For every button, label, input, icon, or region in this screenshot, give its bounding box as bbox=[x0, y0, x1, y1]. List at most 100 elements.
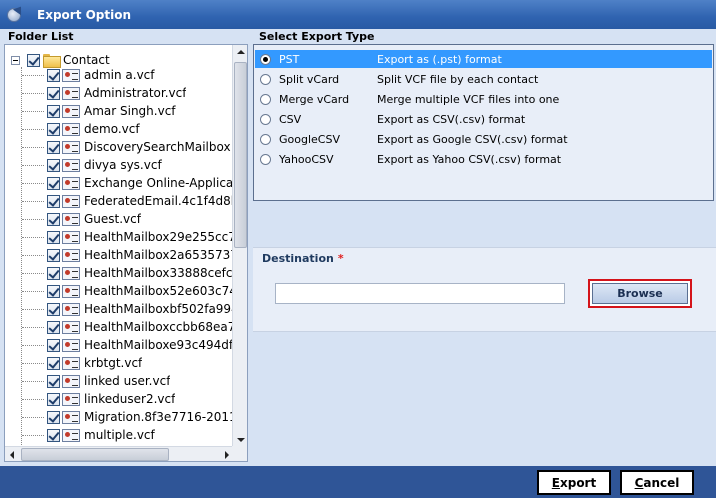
item-checkbox[interactable] bbox=[47, 356, 60, 370]
item-checkbox[interactable] bbox=[47, 248, 60, 262]
root-checkbox[interactable] bbox=[27, 53, 40, 67]
tree-item[interactable]: Migration.8f3e7716-2011-43c bbox=[5, 408, 235, 426]
tree-item[interactable]: HealthMailbox52e603c748d0 bbox=[5, 282, 235, 300]
radio-button[interactable] bbox=[260, 73, 271, 85]
export-option-name: Merge vCard bbox=[279, 92, 350, 106]
tree-item-label: divya sys.vcf bbox=[84, 158, 162, 172]
radio-button[interactable] bbox=[260, 113, 271, 125]
tree-item[interactable]: krbtgt.vcf bbox=[5, 354, 235, 372]
tree-item[interactable]: DiscoverySearchMailbox {D9 bbox=[5, 138, 235, 156]
export-option-description: Export as CSV(.csv) format bbox=[377, 112, 526, 126]
tree-item[interactable]: admin a.vcf bbox=[5, 66, 235, 84]
export-option-googlecsv[interactable]: GoogleCSV Export as Google CSV(.csv) form… bbox=[255, 130, 712, 148]
tree-item[interactable]: Administrator.vcf bbox=[5, 84, 235, 102]
radio-button[interactable] bbox=[260, 53, 271, 65]
export-button[interactable]: Export bbox=[537, 470, 611, 495]
bottom-action-bar: Export Cancel bbox=[0, 466, 716, 498]
item-checkbox[interactable] bbox=[47, 374, 60, 388]
vertical-scroll-thumb[interactable] bbox=[234, 62, 247, 248]
vcard-icon bbox=[62, 140, 80, 154]
scroll-down-arrow-icon[interactable] bbox=[233, 432, 247, 447]
item-checkbox[interactable] bbox=[47, 320, 60, 334]
item-checkbox[interactable] bbox=[47, 392, 60, 406]
tree-item-label: multiple.vcf bbox=[84, 428, 155, 442]
tree-item-label: HealthMailboxe93c494df4874 bbox=[84, 338, 235, 352]
tree-item-label: Guest.vcf bbox=[84, 212, 141, 226]
item-checkbox[interactable] bbox=[47, 410, 60, 424]
item-checkbox[interactable] bbox=[47, 68, 60, 82]
tree-item-label: HealthMailboxbf502fa9940e4 bbox=[84, 302, 235, 316]
export-option-csv[interactable]: CSV Export as CSV(.csv) format bbox=[255, 110, 712, 128]
scroll-up-arrow-icon[interactable] bbox=[233, 45, 247, 60]
tree-root-label: Contact bbox=[63, 53, 110, 67]
tree-item-label: Administrator.vcf bbox=[84, 86, 187, 100]
vertical-scrollbar[interactable] bbox=[232, 45, 247, 447]
tree-item[interactable]: Guest.vcf bbox=[5, 210, 235, 228]
vcard-icon bbox=[62, 374, 80, 388]
export-option-description: Export as Google CSV(.csv) format bbox=[377, 132, 568, 146]
item-checkbox[interactable] bbox=[47, 194, 60, 208]
tree-item-label: HealthMailboxccbb68ea7928 bbox=[84, 320, 235, 334]
export-option-description: Export as Yahoo CSV(.csv) format bbox=[377, 152, 562, 166]
tree-item-label: DiscoverySearchMailbox {D9 bbox=[84, 140, 235, 154]
tree-item[interactable]: HealthMailboxbf502fa9940e4 bbox=[5, 300, 235, 318]
tree-item[interactable]: divya sys.vcf bbox=[5, 156, 235, 174]
export-option-pst[interactable]: PST Export as (.pst) format bbox=[255, 50, 712, 68]
vcard-icon bbox=[62, 194, 80, 208]
vcard-icon bbox=[62, 212, 80, 226]
item-checkbox[interactable] bbox=[47, 428, 60, 442]
tree-item-label: HealthMailbox2a6535737160 bbox=[84, 248, 235, 262]
folder-tree[interactable]: Contact admin a.vcf Administrator.vcf Amar… bbox=[4, 44, 248, 462]
tree-item[interactable]: HealthMailbox33888cefcc744 bbox=[5, 264, 235, 282]
collapse-icon[interactable] bbox=[11, 55, 20, 65]
item-checkbox[interactable] bbox=[47, 266, 60, 280]
title-bar: Export Option bbox=[0, 0, 716, 29]
tree-item-label: HealthMailbox29e255cc740a bbox=[84, 230, 235, 244]
export-option-name: PST bbox=[279, 52, 300, 66]
item-checkbox[interactable] bbox=[47, 86, 60, 100]
vcard-icon bbox=[62, 392, 80, 406]
destination-label: Destination * bbox=[262, 252, 344, 265]
tree-item[interactable]: linked user.vcf bbox=[5, 372, 235, 390]
tree-item-label: HealthMailbox52e603c748d0 bbox=[84, 284, 235, 298]
radio-button[interactable] bbox=[260, 153, 271, 165]
export-option-merge-vcard[interactable]: Merge vCard Merge multiple VCF files into… bbox=[255, 90, 712, 108]
folder-icon bbox=[43, 54, 61, 68]
item-checkbox[interactable] bbox=[47, 176, 60, 190]
radio-button[interactable] bbox=[260, 93, 271, 105]
radio-button[interactable] bbox=[260, 133, 271, 145]
browse-button-label: Browse bbox=[592, 283, 688, 304]
tree-item-label: linkeduser2.vcf bbox=[84, 392, 176, 406]
item-checkbox[interactable] bbox=[47, 140, 60, 154]
vcard-icon bbox=[62, 68, 80, 82]
tree-item[interactable]: HealthMailbox2a6535737160 bbox=[5, 246, 235, 264]
tree-item[interactable]: HealthMailboxe93c494df4874 bbox=[5, 336, 235, 354]
item-checkbox[interactable] bbox=[47, 158, 60, 172]
vcard-icon bbox=[62, 158, 80, 172]
tree-item[interactable]: multiple.vcf bbox=[5, 426, 235, 444]
scroll-left-arrow-icon[interactable] bbox=[5, 447, 20, 461]
tree-item[interactable]: linkeduser2.vcf bbox=[5, 390, 235, 408]
export-option-split-vcard[interactable]: Split vCard Split VCF file by each contac… bbox=[255, 70, 712, 88]
item-checkbox[interactable] bbox=[47, 230, 60, 244]
tree-item[interactable]: HealthMailboxccbb68ea7928 bbox=[5, 318, 235, 336]
item-checkbox[interactable] bbox=[47, 302, 60, 316]
destination-path-input[interactable] bbox=[275, 283, 565, 304]
tree-item[interactable]: FederatedEmail.4c1f4d8b-81 bbox=[5, 192, 235, 210]
item-checkbox[interactable] bbox=[47, 338, 60, 352]
export-option-yahoocsv[interactable]: YahooCSV Export as Yahoo CSV(.csv) format bbox=[255, 150, 712, 168]
tree-item[interactable]: Exchange Online-Application bbox=[5, 174, 235, 192]
item-checkbox[interactable] bbox=[47, 104, 60, 118]
export-option-name: GoogleCSV bbox=[279, 132, 340, 146]
horizontal-scroll-thumb[interactable] bbox=[21, 448, 169, 461]
tree-item[interactable]: HealthMailbox29e255cc740a bbox=[5, 228, 235, 246]
tree-item[interactable]: demo.vcf bbox=[5, 120, 235, 138]
item-checkbox[interactable] bbox=[47, 284, 60, 298]
item-checkbox[interactable] bbox=[47, 122, 60, 136]
browse-button[interactable]: Browse bbox=[588, 279, 692, 308]
item-checkbox[interactable] bbox=[47, 212, 60, 226]
export-option-description: Merge multiple VCF files into one bbox=[377, 92, 560, 106]
horizontal-scrollbar[interactable] bbox=[5, 446, 234, 461]
tree-item[interactable]: Amar Singh.vcf bbox=[5, 102, 235, 120]
cancel-button[interactable]: Cancel bbox=[620, 470, 694, 495]
